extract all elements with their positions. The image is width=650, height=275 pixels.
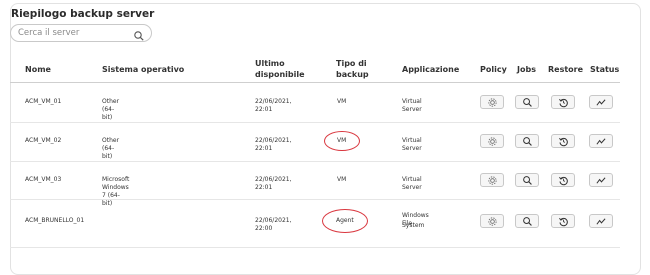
restore-icon bbox=[558, 136, 569, 147]
col-header-app[interactable]: Applicazione bbox=[402, 64, 459, 75]
highlight-circle bbox=[322, 209, 368, 233]
restore-button[interactable] bbox=[551, 214, 575, 228]
col-header-policy[interactable]: Policy bbox=[480, 64, 507, 75]
row-divider bbox=[10, 161, 620, 162]
col-header-os[interactable]: Sistema operativo bbox=[102, 64, 184, 75]
search-input[interactable] bbox=[18, 27, 128, 39]
highlight-circle bbox=[324, 131, 360, 151]
magnifier-icon bbox=[522, 136, 533, 147]
restore-icon bbox=[558, 97, 569, 108]
application-line2: System bbox=[402, 222, 425, 229]
backup-type: VM bbox=[337, 176, 347, 183]
last-available: 22/06/2021, 22:01 bbox=[255, 137, 292, 152]
policy-button[interactable] bbox=[480, 134, 504, 148]
status-button[interactable] bbox=[589, 214, 613, 228]
restore-icon bbox=[558, 175, 569, 186]
col-header-type-line2: backup bbox=[336, 70, 369, 79]
activity-chart-icon bbox=[595, 97, 607, 108]
col-header-last-line2: disponibile bbox=[255, 70, 305, 79]
restore-icon bbox=[558, 216, 569, 227]
operating-system: Other (64-bit) bbox=[102, 98, 120, 121]
application: Virtual Server bbox=[402, 176, 422, 191]
magnifier-icon bbox=[522, 175, 533, 186]
activity-chart-icon bbox=[595, 136, 607, 147]
gear-icon bbox=[487, 97, 498, 108]
policy-button[interactable] bbox=[480, 173, 504, 187]
header-divider bbox=[10, 82, 620, 83]
server-name: ACM_VM_02 bbox=[25, 137, 62, 144]
activity-chart-icon bbox=[595, 216, 607, 227]
status-button[interactable] bbox=[589, 134, 613, 148]
col-header-restore[interactable]: Restore bbox=[548, 64, 583, 75]
activity-chart-icon bbox=[595, 175, 607, 186]
status-button[interactable] bbox=[589, 173, 613, 187]
gear-icon bbox=[487, 216, 498, 227]
jobs-button[interactable] bbox=[515, 134, 539, 148]
gear-icon bbox=[487, 175, 498, 186]
page-title: Riepilogo backup server bbox=[11, 8, 155, 20]
row-divider bbox=[10, 199, 620, 200]
col-header-last-line1: Ultimo bbox=[255, 59, 285, 68]
last-available: 22/06/2021, 22:01 bbox=[255, 98, 292, 113]
server-name: ACM_VM_01 bbox=[25, 98, 62, 105]
magnifier-icon bbox=[522, 97, 533, 108]
last-available: 22/06/2021, 22:01 bbox=[255, 176, 292, 191]
server-name: ACM_BRUNELLO_01 bbox=[25, 217, 85, 224]
application: Virtual Server bbox=[402, 98, 422, 113]
magnifier-icon bbox=[522, 216, 533, 227]
backup-type: VM bbox=[337, 98, 347, 105]
application: Virtual Server bbox=[402, 137, 422, 152]
policy-button[interactable] bbox=[480, 95, 504, 109]
col-header-status[interactable]: Status bbox=[590, 64, 619, 75]
restore-button[interactable] bbox=[551, 173, 575, 187]
col-header-jobs[interactable]: Jobs bbox=[517, 64, 536, 75]
restore-button[interactable] bbox=[551, 95, 575, 109]
jobs-button[interactable] bbox=[515, 173, 539, 187]
policy-button[interactable] bbox=[480, 214, 504, 228]
col-header-last[interactable]: Ultimo disponibile bbox=[255, 58, 305, 80]
col-header-type[interactable]: Tipo di backup bbox=[336, 58, 369, 80]
row-divider bbox=[10, 122, 620, 123]
jobs-button[interactable] bbox=[515, 95, 539, 109]
col-header-name[interactable]: Nome bbox=[25, 64, 51, 75]
operating-system: Microsoft Windows 7 (64-bit) bbox=[102, 176, 130, 207]
row-divider bbox=[10, 247, 620, 248]
server-name: ACM_VM_03 bbox=[25, 176, 62, 183]
col-header-type-line1: Tipo di bbox=[336, 59, 367, 68]
restore-button[interactable] bbox=[551, 134, 575, 148]
last-available: 22/06/2021, 22:00 bbox=[255, 217, 292, 232]
gear-icon bbox=[487, 136, 498, 147]
status-button[interactable] bbox=[589, 95, 613, 109]
search-icon[interactable] bbox=[133, 27, 145, 41]
operating-system: Other (64-bit) bbox=[102, 137, 120, 160]
jobs-button[interactable] bbox=[515, 214, 539, 228]
search-box[interactable] bbox=[10, 24, 152, 42]
